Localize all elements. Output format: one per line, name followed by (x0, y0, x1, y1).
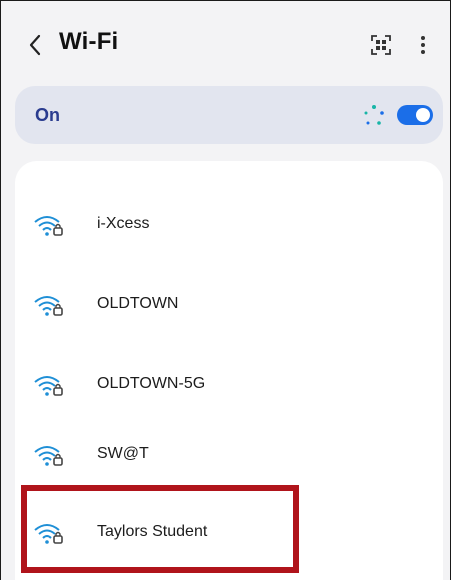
back-button[interactable] (23, 29, 47, 61)
list-item[interactable]: Taylors Student (15, 503, 443, 563)
list-item[interactable]: OLDTOWN (15, 275, 443, 335)
chevron-left-icon (29, 34, 41, 56)
network-name: OLDTOWN (97, 295, 179, 312)
wifi-status-label: On (35, 105, 60, 125)
page-title: Wi-Fi (59, 28, 119, 55)
app-bar: Wi-Fi (1, 1, 450, 87)
scanning-dots-icon (364, 105, 384, 125)
more-vertical-icon (421, 36, 425, 54)
list-item[interactable]: SW@T (15, 425, 443, 485)
switch-knob (416, 108, 430, 122)
network-name: Taylors Student (97, 523, 208, 540)
wifi-locked-icon (34, 296, 63, 316)
network-name: i-Xcess (97, 215, 150, 232)
network-name: SW@T (97, 445, 149, 462)
network-name: OLDTOWN-5G (97, 375, 206, 392)
network-list: i-Xcess OLDTOWN OLDTOWN-5G SW@T Taylors … (15, 161, 443, 580)
wifi-locked-icon (34, 446, 63, 466)
wifi-locked-icon (34, 216, 63, 236)
wifi-locked-icon (34, 376, 63, 396)
wifi-locked-icon (34, 524, 63, 544)
more-options-button[interactable] (413, 31, 433, 59)
wifi-toggle-row[interactable]: On (15, 86, 443, 144)
qr-scan-button[interactable] (368, 32, 394, 58)
wifi-switch[interactable] (397, 105, 433, 125)
wifi-settings-screen: Wi-Fi On i-Xcess OLDTOWN OLDTOWN-5G SW@T… (0, 0, 451, 580)
qr-scan-icon (371, 35, 391, 55)
list-item[interactable]: i-Xcess (15, 195, 443, 255)
list-item[interactable]: OLDTOWN-5G (15, 355, 443, 415)
